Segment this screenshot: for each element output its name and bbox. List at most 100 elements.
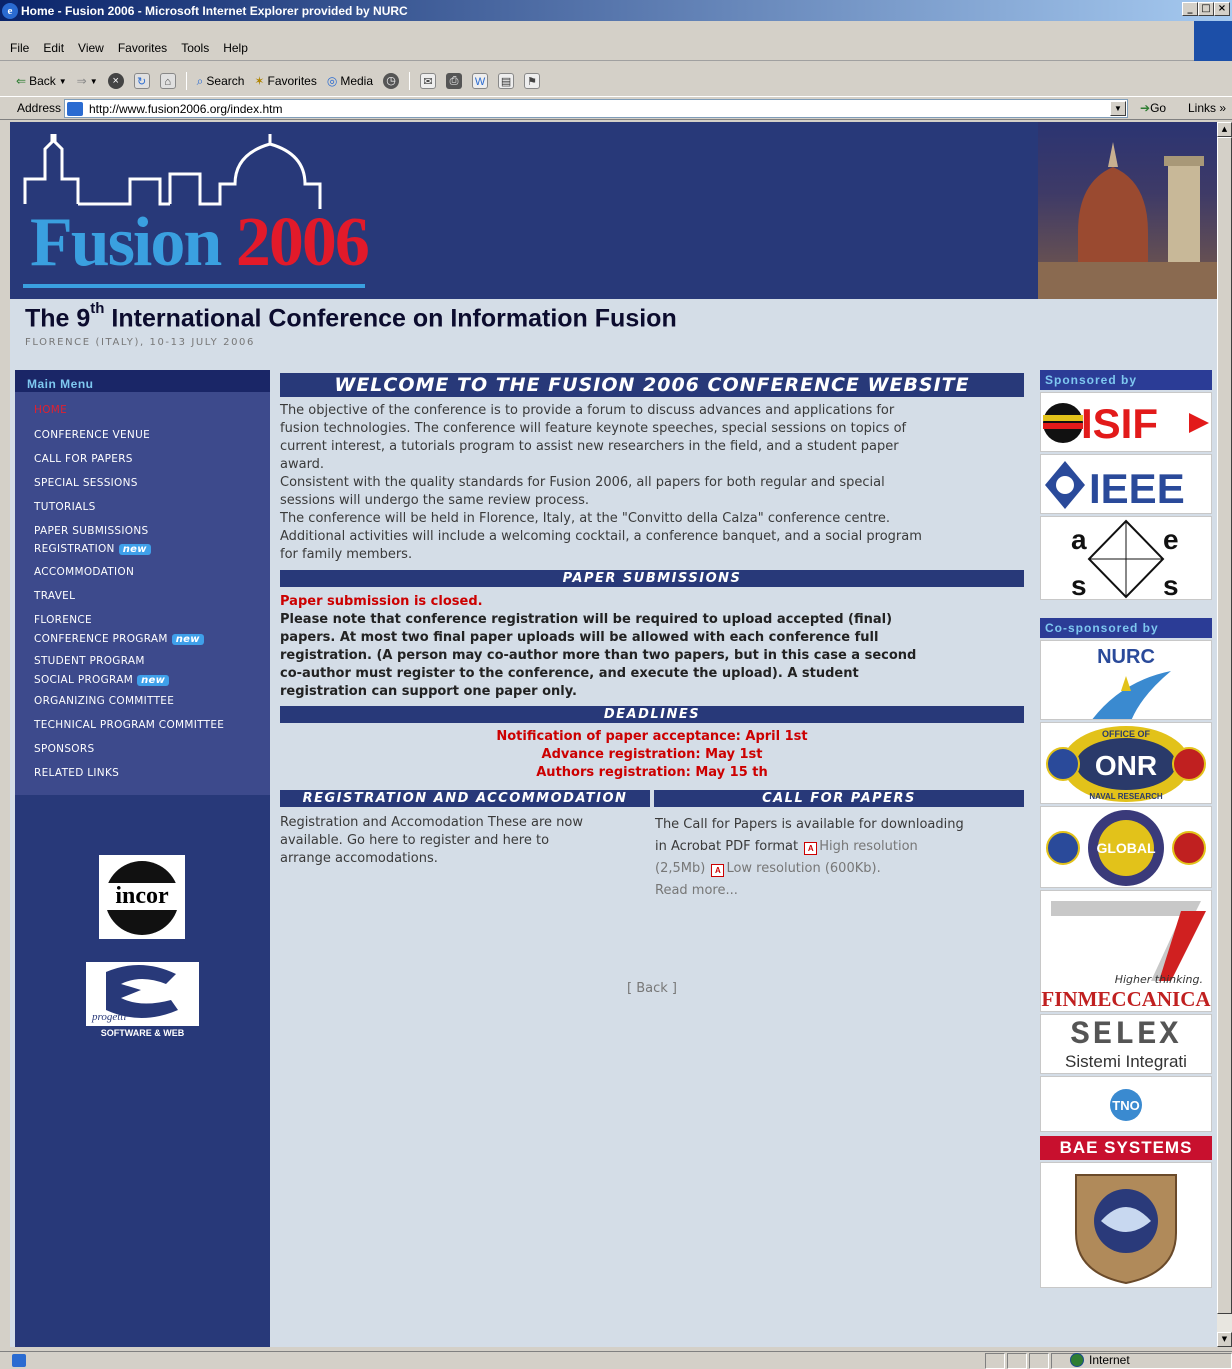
aess-logo[interactable]: a e s s <box>1040 516 1212 600</box>
paper-submission-text: Please note that conference registration… <box>280 612 917 699</box>
svg-text:OFFICE OF: OFFICE OF <box>1102 729 1150 739</box>
scroll-down-arrow-icon[interactable]: ▼ <box>1217 1332 1232 1347</box>
menu-file[interactable]: File <box>4 41 37 55</box>
nurc-logo[interactable]: NURC <box>1040 640 1212 720</box>
logo-underline <box>23 284 365 288</box>
svg-text:s: s <box>1071 570 1087 600</box>
media-button[interactable]: ◎ Media <box>327 74 373 88</box>
menu-item-travel[interactable]: TRAVEL <box>34 590 75 602</box>
selex-logo[interactable]: SELEX Sistemi Integrati <box>1040 1014 1212 1074</box>
air-force-research-badge[interactable] <box>1040 1162 1212 1288</box>
office-of-naval-research-logo[interactable]: OFFICE OF ONR NAVAL RESEARCH <box>1040 722 1212 804</box>
fusion-2006-logo[interactable]: Fusion 2006 <box>30 208 370 278</box>
menu-item-conference-program[interactable]: CONFERENCE PROGRAM new <box>34 633 204 645</box>
menu-item-florence[interactable]: FLORENCE <box>34 614 92 626</box>
scrollbar-thumb[interactable] <box>1217 137 1232 1314</box>
maximize-button[interactable]: □ <box>1198 2 1214 16</box>
read-more-link[interactable]: Read more... <box>655 880 1025 902</box>
go-arrow-icon: ➔ <box>1140 101 1151 115</box>
close-button[interactable]: × <box>1214 2 1230 16</box>
address-bar: Address http://www.fusion2006.org/index.… <box>0 96 1232 120</box>
svg-text:Higher thinking.: Higher thinking. <box>1115 973 1203 986</box>
svg-text:TNO: TNO <box>1112 1098 1139 1113</box>
svg-text:NURC: NURC <box>1097 646 1155 668</box>
window-title: Home - Fusion 2006 - Microsoft Internet … <box>21 3 408 18</box>
menu-item-call-for-papers[interactable]: CALL FOR PAPERS <box>34 453 133 465</box>
links-button[interactable]: Links » <box>1188 101 1226 115</box>
onr-global-logo[interactable]: GLOBAL <box>1040 806 1212 888</box>
scroll-up-arrow-icon[interactable]: ▲ <box>1217 122 1232 137</box>
menu-item-accommodation[interactable]: ACCOMMODATION <box>34 566 134 578</box>
low-resolution-link[interactable]: Low resolution (600Kb). <box>726 861 880 876</box>
menu-item-technical-program-committee[interactable]: TECHNICAL PROGRAM COMMITTEE <box>34 719 224 731</box>
go-button[interactable]: ➔Go <box>1140 101 1166 115</box>
menu-item-social-program[interactable]: SOCIAL PROGRAM new <box>34 674 170 686</box>
svg-text:Sistemi Integrati: Sistemi Integrati <box>1065 1052 1187 1071</box>
bae-systems-logo[interactable]: BAE SYSTEMS <box>1040 1136 1212 1160</box>
menu-item-sponsors[interactable]: SPONSORS <box>34 743 94 755</box>
home-icon[interactable]: ⌂ <box>159 73 176 89</box>
address-dropdown-button[interactable]: ▼ <box>1110 101 1126 116</box>
main-menu-panel: Main Menu HOME CONFERENCE VENUE CALL FOR… <box>15 370 270 1347</box>
discuss-icon[interactable]: ▤ <box>498 73 515 89</box>
registration-accommodation-heading: REGISTRATION AND ACCOMMODATION <box>280 790 650 807</box>
back-button[interactable]: ⇐ Back ▼ <box>16 74 67 88</box>
forward-button[interactable]: ⇒ ▼ <box>77 74 98 88</box>
standard-toolbar: ⇐ Back ▼ ⇒ ▼ × ↻ ⌂ ⌕ Search ✶ Favorites ◎ Me… <box>0 69 1200 93</box>
favorites-button[interactable]: ✶ Favorites <box>254 74 316 88</box>
page-viewport: Fusion 2006 The 9th International Confer… <box>10 122 1217 1347</box>
welcome-text: The objective of the conference is to pr… <box>280 403 922 562</box>
menu-view[interactable]: View <box>72 41 112 55</box>
welcome-heading: WELCOME TO THE FUSION 2006 CONFERENCE WE… <box>280 373 1024 397</box>
finmeccanica-logo[interactable]: Higher thinking. FINMECCANICA <box>1040 890 1212 1012</box>
vertical-scrollbar[interactable]: ▲ ▼ <box>1217 122 1232 1347</box>
menu-item-registration[interactable]: REGISTRATION new <box>34 543 151 555</box>
main-menu-list: HOME CONFERENCE VENUE CALL FOR PAPERS SP… <box>15 392 270 795</box>
high-resolution-link[interactable]: High resolution <box>819 839 918 854</box>
history-icon[interactable]: ◷ <box>383 73 400 89</box>
isif-logo[interactable]: ISIF <box>1040 392 1212 452</box>
back-link[interactable]: [ Back ] <box>280 980 1024 998</box>
address-input[interactable]: http://www.fusion2006.org/index.htm <box>64 99 1128 118</box>
deadline-item: Notification of paper acceptance: April … <box>496 729 808 744</box>
co-sponsored-by-heading: Co-sponsored by <box>1040 618 1212 638</box>
edit-icon[interactable]: W <box>472 73 489 89</box>
call-for-papers-heading: CALL FOR PAPERS <box>654 790 1024 807</box>
page-status-icon <box>12 1354 26 1367</box>
search-button[interactable]: ⌕ Search <box>197 74 245 89</box>
menu-help[interactable]: Help <box>217 41 256 55</box>
toolbar-separator <box>185 72 187 90</box>
svg-text:a: a <box>1071 524 1087 555</box>
new-badge: new <box>171 634 204 645</box>
ieee-logo[interactable]: IEEE <box>1040 454 1212 514</box>
call-for-papers-text: The Call for Papers is available for dow… <box>655 814 1025 902</box>
e3-progetti-logo[interactable]: progetti SOFTWARE & WEB <box>86 962 199 1040</box>
stop-icon[interactable]: × <box>107 73 124 89</box>
menu-tools[interactable]: Tools <box>175 41 217 55</box>
pdf-icon[interactable]: A <box>711 864 725 877</box>
tno-logo[interactable]: TNO <box>1040 1076 1212 1132</box>
menu-item-tutorials[interactable]: TUTORIALS <box>34 501 96 513</box>
menu-item-related-links[interactable]: RELATED LINKS <box>34 767 119 779</box>
browser-window: e Home - Fusion 2006 - Microsoft Interne… <box>0 0 1232 1369</box>
print-icon[interactable]: ⎙ <box>446 73 463 89</box>
menu-item-paper-submissions[interactable]: PAPER SUBMISSIONS <box>34 525 148 537</box>
menu-item-organizing-committee[interactable]: ORGANIZING COMMITTEE <box>34 695 174 707</box>
menu-bar: File Edit View Favorites Tools Help <box>0 21 1232 61</box>
mail-icon[interactable]: ✉ <box>420 73 437 89</box>
svg-text:ISIF: ISIF <box>1081 400 1158 447</box>
menu-favorites[interactable]: Favorites <box>112 41 175 55</box>
paper-submissions-heading: PAPER SUBMISSIONS <box>280 570 1024 587</box>
ie-icon: e <box>2 2 18 19</box>
pdf-icon[interactable]: A <box>804 842 818 855</box>
refresh-icon[interactable]: ↻ <box>133 73 150 89</box>
incor-logo[interactable]: incor <box>99 855 185 939</box>
minimize-button[interactable]: _ <box>1182 2 1198 16</box>
menu-item-conference-venue[interactable]: CONFERENCE VENUE <box>34 429 150 441</box>
messenger-icon[interactable]: ⚑ <box>524 73 541 89</box>
menu-item-special-sessions[interactable]: SPECIAL SESSIONS <box>34 477 138 489</box>
svg-text:ONR: ONR <box>1095 750 1157 781</box>
menu-item-home[interactable]: HOME <box>34 404 67 416</box>
menu-edit[interactable]: Edit <box>37 41 72 55</box>
menu-item-student-program[interactable]: STUDENT PROGRAM <box>34 655 145 667</box>
